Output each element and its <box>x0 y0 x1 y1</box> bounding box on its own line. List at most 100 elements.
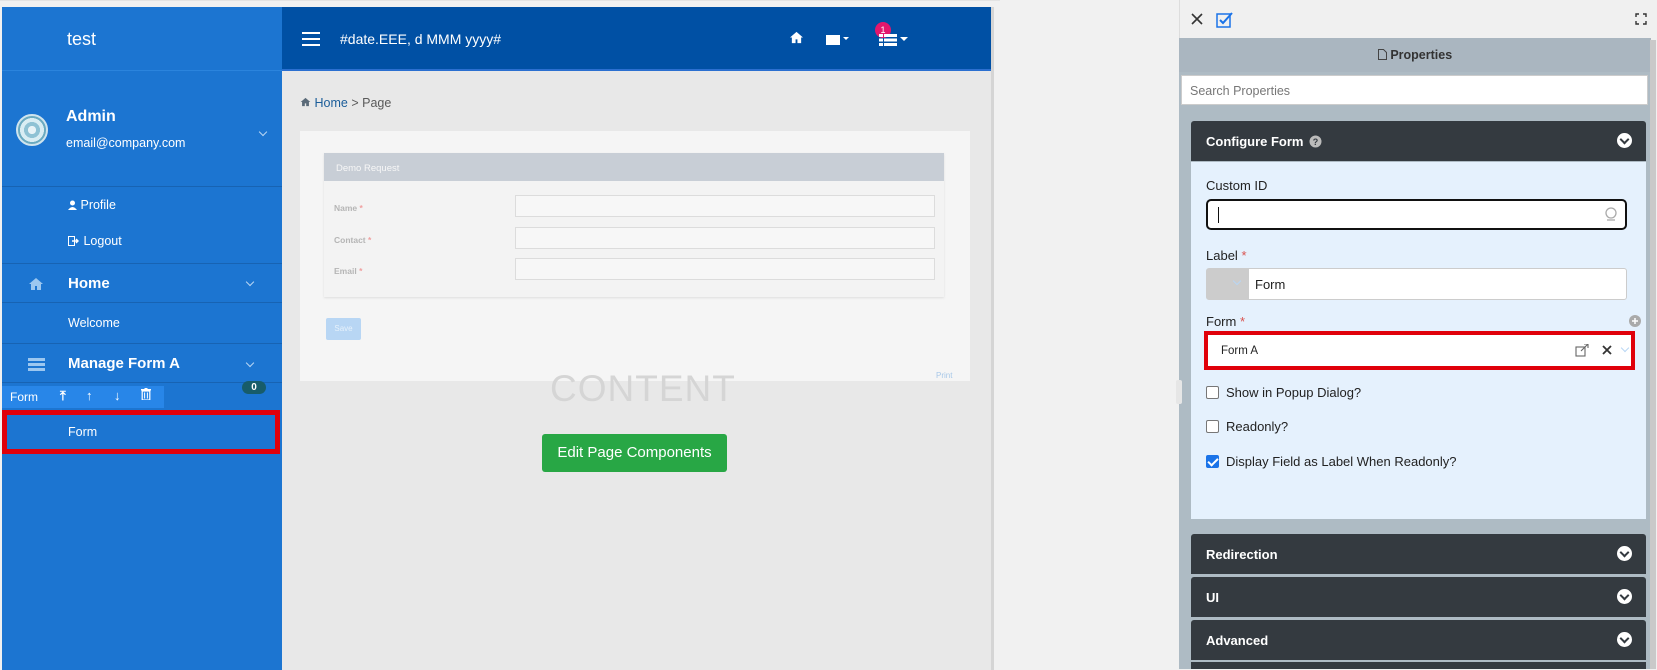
profile-link[interactable]: Profile <box>68 198 116 212</box>
selected-form-menu-item[interactable]: Form <box>2 410 280 454</box>
welcome-label: Welcome <box>68 316 120 330</box>
arrow-up-icon[interactable]: ↑ <box>86 388 93 403</box>
properties-scrollbar[interactable] <box>1650 40 1656 669</box>
field-label-email: Email * <box>334 266 363 276</box>
label-field-label: Label * <box>1206 248 1247 263</box>
text-cursor <box>1218 207 1219 223</box>
user-email: email@company.com <box>66 136 186 150</box>
breadcrumb-home[interactable]: Home <box>300 96 351 110</box>
user-name: Admin <box>66 108 116 125</box>
properties-panel: Properties Search Properties Configure F… <box>1176 0 1657 669</box>
user-icon <box>68 200 77 210</box>
nav-manage-form-a[interactable]: Manage Form A <box>2 343 282 383</box>
chevron-down-icon[interactable] <box>1617 133 1632 148</box>
label-value: Form <box>1255 277 1286 292</box>
chevron-down-icon <box>245 360 255 370</box>
count-badge: 0 <box>242 381 266 394</box>
brand-name: test <box>67 29 97 49</box>
logout-link[interactable]: Logout <box>68 234 122 248</box>
nav-home[interactable]: Home <box>2 263 282 303</box>
brand: test <box>2 7 282 71</box>
clear-icon[interactable] <box>1602 345 1612 355</box>
menu-list-icon[interactable] <box>879 34 909 46</box>
lookup-icon[interactable] <box>1604 207 1618 221</box>
checkbox-confirm-icon[interactable] <box>1216 11 1233 28</box>
help-icon[interactable]: ? <box>1309 135 1322 148</box>
chevron-down-icon[interactable] <box>1617 589 1632 604</box>
hamburger-icon[interactable] <box>302 32 320 46</box>
file-icon <box>1377 49 1387 60</box>
component-toolbar: Form ⤒ ↑ ↓ <box>2 386 164 408</box>
chevron-down-icon <box>245 279 255 289</box>
section-configure-form-title: Configure Form <box>1206 134 1304 149</box>
email-input[interactable] <box>515 258 935 280</box>
chevron-down-icon[interactable] <box>1617 546 1632 561</box>
home-icon <box>29 278 43 290</box>
section-redirection-title: Redirection <box>1206 547 1278 562</box>
avatar <box>16 114 48 146</box>
component-toolbar-label: Form <box>10 390 38 404</box>
chevron-down-icon[interactable] <box>1620 345 1630 355</box>
user-submenu: Profile Logout <box>2 187 282 263</box>
show-in-popup-checkbox[interactable] <box>1206 386 1219 399</box>
welcome-link[interactable]: Welcome <box>68 316 120 330</box>
trash-icon[interactable] <box>141 388 151 403</box>
page-preview-panel: Demo Request Name * Contact * Email * Sa… <box>300 131 970 381</box>
section-advanced-title: Advanced <box>1206 633 1269 648</box>
user-panel[interactable]: Admin email@company.com <box>2 71 282 187</box>
inbox-icon[interactable] <box>826 33 850 45</box>
external-link-icon[interactable] <box>1575 344 1589 357</box>
language-dropdown[interactable] <box>1207 269 1249 299</box>
section-configure-form[interactable]: Configure Form ? <box>1191 121 1646 161</box>
splitter[interactable] <box>991 7 994 670</box>
label-input[interactable]: Form <box>1206 268 1627 300</box>
name-input[interactable] <box>515 195 935 217</box>
show-in-popup-label: Show in Popup Dialog? <box>1226 385 1362 400</box>
nav-home-label: Home <box>68 275 110 292</box>
selected-form-label: Form <box>68 425 98 439</box>
svg-text:?: ? <box>1313 137 1319 147</box>
move-out-icon[interactable]: ⤒ <box>60 388 66 404</box>
close-icon[interactable] <box>1191 13 1203 25</box>
add-circle-icon[interactable] <box>1629 315 1641 327</box>
resize-handle[interactable] <box>1176 380 1182 404</box>
edit-page-components-button[interactable]: Edit Page Components <box>542 434 727 472</box>
main-content: Home > Page Demo Request Name * Contact … <box>282 71 991 670</box>
print-link[interactable]: Print <box>936 371 952 380</box>
form-select-value: Form A <box>1221 345 1259 357</box>
expand-icon[interactable] <box>1635 13 1647 25</box>
save-button[interactable]: Save <box>326 318 361 340</box>
breadcrumb-separator: > <box>351 96 359 110</box>
date-display: #date.EEE, d MMM yyyy# <box>340 31 502 47</box>
section-more <box>1191 662 1646 669</box>
nav-manage-form-a-label: Manage Form A <box>68 355 180 372</box>
chevron-down-icon[interactable] <box>1617 632 1632 647</box>
arrow-down-icon[interactable]: ↓ <box>114 388 121 403</box>
chevron-down-icon <box>258 129 268 139</box>
section-advanced[interactable]: Advanced <box>1191 620 1646 660</box>
home-icon[interactable] <box>789 31 804 44</box>
readonly-label: Readonly? <box>1226 419 1289 434</box>
breadcrumb-current: Page <box>362 96 392 110</box>
chevron-down-icon <box>1232 278 1242 288</box>
demo-form-card: Demo Request Name * Contact * Email * <box>324 153 944 297</box>
custom-id-input[interactable] <box>1206 199 1627 230</box>
breadcrumb: Home > Page <box>300 96 391 110</box>
section-redirection[interactable]: Redirection <box>1191 534 1646 574</box>
contact-input[interactable] <box>515 227 935 249</box>
card-title: Demo Request <box>324 153 944 181</box>
form-select[interactable]: Form A <box>1204 331 1635 370</box>
display-as-label-label: Display Field as Label When Readonly? <box>1226 454 1457 469</box>
search-properties-input[interactable]: Search Properties <box>1181 75 1648 105</box>
section-ui-title: UI <box>1206 590 1219 605</box>
form-field-label: Form * <box>1206 314 1246 329</box>
sign-out-icon <box>68 236 79 246</box>
display-as-label-checkbox[interactable] <box>1206 455 1219 468</box>
sidebar: test Admin email@company.com Profile Log… <box>2 7 282 670</box>
section-ui[interactable]: UI <box>1191 577 1646 617</box>
home-icon <box>300 97 311 107</box>
profile-label: Profile <box>80 198 116 212</box>
readonly-checkbox[interactable] <box>1206 420 1219 433</box>
app-preview: test Admin email@company.com Profile Log… <box>0 0 1000 670</box>
properties-title-text: Properties <box>1390 48 1453 62</box>
